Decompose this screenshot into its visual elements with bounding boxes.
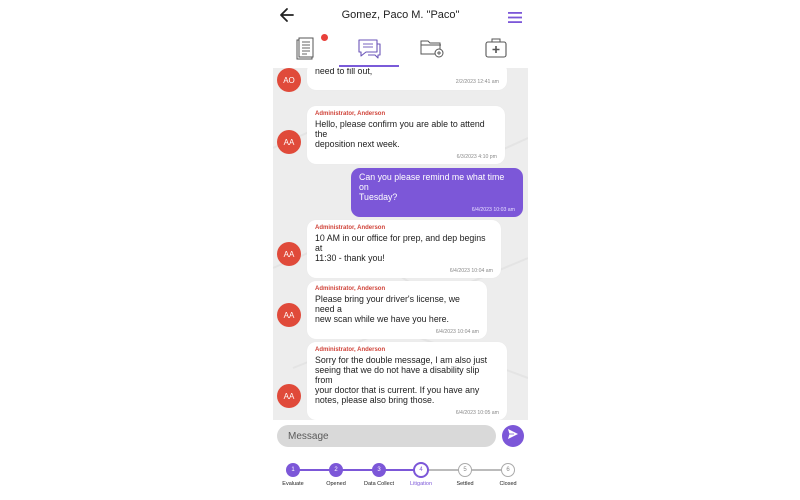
avatar: AA <box>277 130 301 154</box>
message-sender: Administrator, Anderson <box>315 286 386 292</box>
step-litigation[interactable]: 4 <box>413 462 429 478</box>
message-text: Hello, please confirm you are able to at… <box>315 119 485 149</box>
message-text: need to fill out, <box>315 68 373 76</box>
tab-files[interactable] <box>402 33 462 68</box>
app-screen: Gomez, Paco M. "Paco" AO need to fill ou… <box>273 0 528 500</box>
message-bubble: Administrator, Anderson Sorry for the do… <box>307 342 507 420</box>
avatar: AA <box>277 242 301 266</box>
message-timestamp: 6/4/2023 10:04 am <box>435 329 479 335</box>
step-settled[interactable]: 5 <box>458 463 472 477</box>
message-bubble: Administrator, Anderson Hello, please co… <box>307 106 505 164</box>
tab-messages[interactable] <box>337 33 401 68</box>
message-timestamp: 6/4/2023 10:05 am <box>455 410 499 416</box>
step-label: Closed <box>499 481 517 487</box>
message-text: 10 AM in our office for prep, and dep be… <box>315 233 486 263</box>
avatar: AO <box>277 68 301 92</box>
notification-badge <box>321 34 328 41</box>
step-opened[interactable]: 2 <box>329 463 343 477</box>
message-bubble: need to fill out, 2/2/2023 12:41 am <box>307 68 507 90</box>
page-title: Gomez, Paco M. "Paco" <box>341 9 460 21</box>
avatar: AA <box>277 384 301 408</box>
send-icon <box>507 427 519 445</box>
message-bubble: Administrator, Anderson 10 AM in our off… <box>307 220 501 278</box>
medical-kit-icon <box>484 37 508 64</box>
message-bubble: Administrator, Anderson Please bring you… <box>307 281 487 339</box>
message-bubble-sent: Can you please remind me what time on Tu… <box>351 168 523 217</box>
step-data-collect[interactable]: 3 <box>372 463 386 477</box>
message-sender: Administrator, Anderson <box>315 347 386 353</box>
case-progress-stepper: 1 Evaluate 2 Opened 3 Data Collect 4 Lit… <box>273 456 528 500</box>
message-text: Sorry for the double message, I am also … <box>315 355 488 405</box>
tab-medical[interactable] <box>466 33 526 68</box>
tab-bar <box>273 33 528 68</box>
message-composer <box>273 420 528 456</box>
chat-icon <box>356 37 382 64</box>
step-evaluate[interactable]: 1 <box>286 463 300 477</box>
message-timestamp: 6/4/2023 10:03 am <box>471 207 515 213</box>
message-input[interactable] <box>277 425 496 447</box>
message-list[interactable]: AO need to fill out, 2/2/2023 12:41 am A… <box>273 68 528 420</box>
step-closed[interactable]: 6 <box>501 463 515 477</box>
message-sender: Administrator, Anderson <box>315 111 386 117</box>
message-sender: Administrator, Anderson <box>315 225 386 231</box>
message-timestamp: 2/2/2023 12:41 am <box>455 79 499 85</box>
message-text: Please bring your driver's license, we n… <box>315 294 460 324</box>
avatar: AA <box>277 303 301 327</box>
send-button[interactable] <box>502 425 524 447</box>
message-timestamp: 6/3/2023 4:10 pm <box>456 154 497 160</box>
stepper-line-complete <box>293 469 421 471</box>
tab-documents[interactable] <box>275 33 335 68</box>
hamburger-menu-icon[interactable] <box>508 10 522 23</box>
message-text: Can you please remind me what time on Tu… <box>359 172 505 202</box>
step-label: Litigation <box>409 481 433 487</box>
folder-icon <box>419 37 445 64</box>
header: Gomez, Paco M. "Paco" <box>273 0 528 33</box>
document-icon <box>293 36 317 65</box>
message-timestamp: 6/4/2023 10:04 am <box>449 268 493 274</box>
